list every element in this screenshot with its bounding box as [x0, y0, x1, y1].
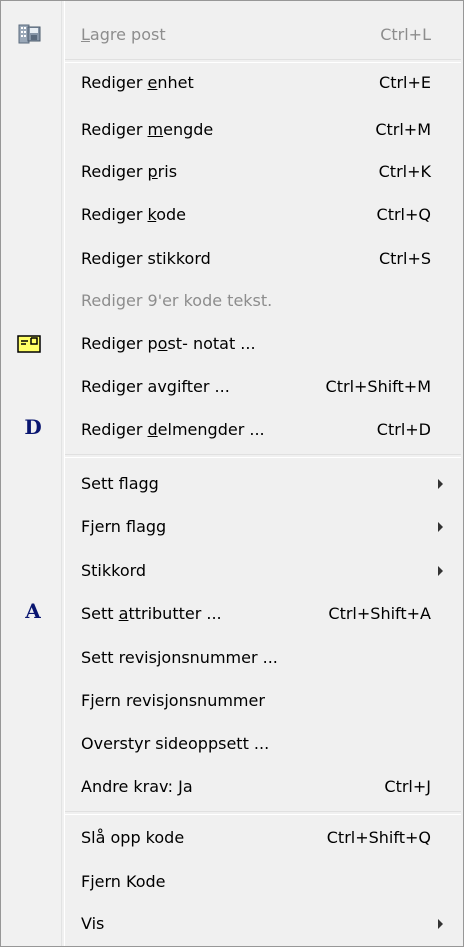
letter-a-icon: A [25, 599, 41, 623]
menu-item-fjern-flagg[interactable]: Fjern flagg [1, 507, 463, 547]
menu-item-rediger-pris[interactable]: Rediger pris Ctrl+K [1, 152, 463, 192]
shortcut: Ctrl+E [379, 73, 431, 92]
shortcut: Ctrl+Shift+A [328, 604, 431, 623]
label: Andre krav: Ja [81, 777, 193, 796]
shortcut: Ctrl+S [378, 249, 431, 268]
label-pre: Rediger [81, 205, 148, 224]
menu-item-rediger-avgifter[interactable]: Rediger avgifter ... Ctrl+Shift+M [1, 367, 463, 407]
label-pre: Rediger p [81, 334, 158, 353]
shortcut: Ctrl+J [384, 777, 431, 796]
mnemonic: k [147, 205, 157, 224]
label-pre: Sett [81, 604, 119, 623]
label: Vis [81, 914, 105, 933]
mnemonic: L [81, 25, 90, 44]
shortcut: Ctrl+Q [376, 205, 431, 224]
menu-item-fjern-kode[interactable]: Fjern Kode [1, 862, 463, 902]
label: Rediger stikkord [81, 249, 211, 268]
menu-item-sla-opp-kode[interactable]: Slå opp kode Ctrl+Shift+Q [1, 818, 463, 858]
mnemonic: o [157, 334, 168, 353]
label: Stikkord [81, 561, 147, 580]
label: Fjern flagg [81, 517, 167, 536]
context-menu: Lagre post Ctrl+L Rediger enhet Ctrl+E R… [0, 0, 464, 947]
label-post: engde [163, 120, 214, 139]
label-pre: Rediger [81, 162, 148, 181]
shortcut: Ctrl+M [375, 120, 431, 139]
label: Sett revisjonsnummer ... [81, 648, 278, 667]
label-post: st- notat ... [167, 334, 256, 353]
menu-item-vis[interactable]: Vis [1, 904, 463, 944]
menu-item-rediger-mengde[interactable]: Rediger mengde Ctrl+M [1, 110, 463, 150]
menu-item-fjern-revisjonsnummer[interactable]: Fjern revisjonsnummer [1, 681, 463, 721]
label-post: ris [157, 162, 178, 181]
save-post-icon [17, 23, 43, 47]
mnemonic: e [147, 73, 158, 92]
shortcut: Ctrl+L [380, 25, 431, 44]
mnemonic: m [147, 120, 164, 139]
menu-item-stikkord[interactable]: Stikkord [1, 551, 463, 591]
menu-separator [65, 811, 461, 815]
label-pre: Rediger [81, 420, 148, 439]
menu-item-sett-attributter[interactable]: A Sett attributter ... Ctrl+Shift+A [1, 594, 463, 634]
shortcut: Ctrl+K [378, 162, 431, 181]
submenu-arrow-icon [438, 522, 443, 532]
label: Rediger 9'er kode tekst. [81, 291, 273, 310]
menu-item-rediger-9er-kode-tekst[interactable]: Rediger 9'er kode tekst. [1, 281, 463, 321]
menu-item-sett-flagg[interactable]: Sett flagg [1, 464, 463, 504]
menu-separator [65, 454, 461, 458]
menu-item-lagre-post[interactable]: Lagre post Ctrl+L [1, 15, 463, 55]
label: Overstyr sideoppsett ... [81, 734, 270, 753]
menu-item-rediger-stikkord[interactable]: Rediger stikkord Ctrl+S [1, 239, 463, 279]
post-note-icon [17, 332, 43, 356]
shortcut: Ctrl+Shift+M [325, 377, 431, 396]
menu-item-sett-revisjonsnummer[interactable]: Sett revisjonsnummer ... [1, 638, 463, 678]
submenu-arrow-icon [438, 479, 443, 489]
submenu-arrow-icon [438, 919, 443, 929]
mnemonic: a [118, 604, 129, 623]
label-pre: Rediger [81, 120, 148, 139]
submenu-arrow-icon [438, 566, 443, 576]
menu-item-rediger-enhet[interactable]: Rediger enhet Ctrl+E [1, 63, 463, 103]
shortcut: Ctrl+D [376, 420, 431, 439]
menu-item-rediger-kode[interactable]: Rediger kode Ctrl+Q [1, 195, 463, 235]
label: Fjern revisjonsnummer [81, 691, 265, 710]
menu-item-andre-krav[interactable]: Andre krav: Ja Ctrl+J [1, 767, 463, 807]
label-post: ode [156, 205, 187, 224]
label: Sett flagg [81, 474, 159, 493]
menu-item-rediger-delmengder[interactable]: D Rediger delmengder ... Ctrl+D [1, 410, 463, 450]
mnemonic: p [147, 162, 158, 181]
label-post: agre post [89, 25, 166, 44]
label-post: ttributter ... [128, 604, 222, 623]
label-post: elmengder ... [157, 420, 265, 439]
menu-item-overstyr-sideoppsett[interactable]: Overstyr sideoppsett ... [1, 724, 463, 764]
label: Rediger avgifter ... [81, 377, 230, 396]
label: Slå opp kode [81, 828, 185, 847]
label: Fjern Kode [81, 872, 166, 891]
label-pre: Rediger [81, 73, 148, 92]
label-post: nhet [157, 73, 194, 92]
menu-item-rediger-post-notat[interactable]: Rediger post- notat ... [1, 324, 463, 364]
mnemonic: d [147, 420, 158, 439]
letter-d-icon: D [24, 415, 42, 439]
shortcut: Ctrl+Shift+Q [326, 828, 431, 847]
